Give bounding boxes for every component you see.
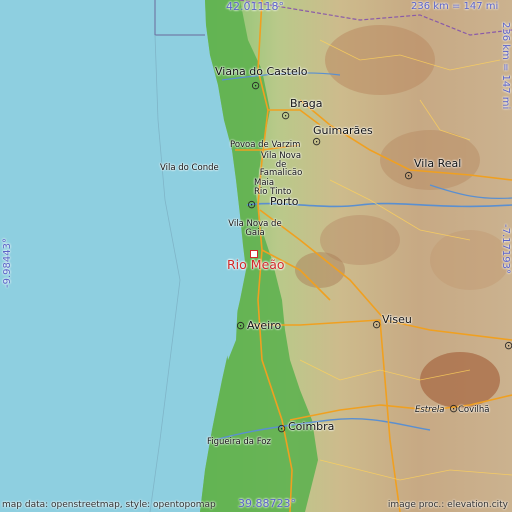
city-label-vnfamalicao: Vila Nova de Famalicão xyxy=(259,151,303,178)
topographic-map[interactable]: 42.01118° 39.88723° 236 km = 147 mi -9.9… xyxy=(0,0,512,512)
city-label-braga: Braga xyxy=(290,97,323,110)
scale-top-label: 236 km = 147 mi xyxy=(411,1,499,12)
city-marker-covilha: ⊙ xyxy=(449,402,459,415)
city-label-vilareal: Vila Real xyxy=(414,157,462,170)
longitude-right-label: -7.17193° xyxy=(500,224,511,274)
city-label-povoa: Povoa de Varzim xyxy=(230,140,301,150)
city-label-covilha: Covilhã xyxy=(458,405,490,415)
city-marker-coimbra: ⊙ xyxy=(277,422,287,435)
city-marker-vilareal: ⊙ xyxy=(404,169,414,182)
latitude-bottom-label: 39.88723° xyxy=(238,497,296,510)
city-label-viladoconde: Vila do Conde xyxy=(160,163,219,173)
city-label-viana: Viana do Castelo xyxy=(215,65,308,78)
city-marker-viana: ⊙ xyxy=(251,79,261,92)
city-label-figueira: Figueira da Foz xyxy=(207,437,271,447)
attribution-image-proc: image proc.: elevation.city xyxy=(387,500,508,510)
latitude-top-label: 42.01118° xyxy=(226,0,284,13)
city-label-porto: Porto xyxy=(270,195,299,208)
scale-right-label: 236 km = 147 mi xyxy=(500,22,511,110)
city-label-aveiro: Aveiro xyxy=(247,319,282,332)
peak-label-estrela: Estrela xyxy=(415,405,445,415)
northern-relief xyxy=(325,25,435,95)
city-marker-guimaraes: ⊙ xyxy=(312,135,322,148)
city-label-coimbra: Coimbra xyxy=(288,420,335,433)
city-marker-guarda: ⊙ xyxy=(504,339,512,352)
longitude-left-label: -9.98443° xyxy=(2,238,13,288)
city-marker-porto: ⊙ xyxy=(247,198,257,211)
serra-estrela-relief xyxy=(420,352,500,408)
attribution-map-data: map data: openstreetmap, style: opentopo… xyxy=(2,500,216,510)
place-label: Rio Meão xyxy=(227,257,285,272)
city-marker-braga: ⊙ xyxy=(281,109,291,122)
city-marker-viseu: ⊙ xyxy=(372,318,382,331)
city-label-viseu: Viseu xyxy=(382,313,412,326)
city-label-guimaraes: Guimarães xyxy=(313,124,373,137)
city-label-vngaia: Vila Nova de Gaia xyxy=(228,219,282,238)
city-marker-aveiro: ⊙ xyxy=(236,319,246,332)
eastern-relief xyxy=(430,230,510,290)
